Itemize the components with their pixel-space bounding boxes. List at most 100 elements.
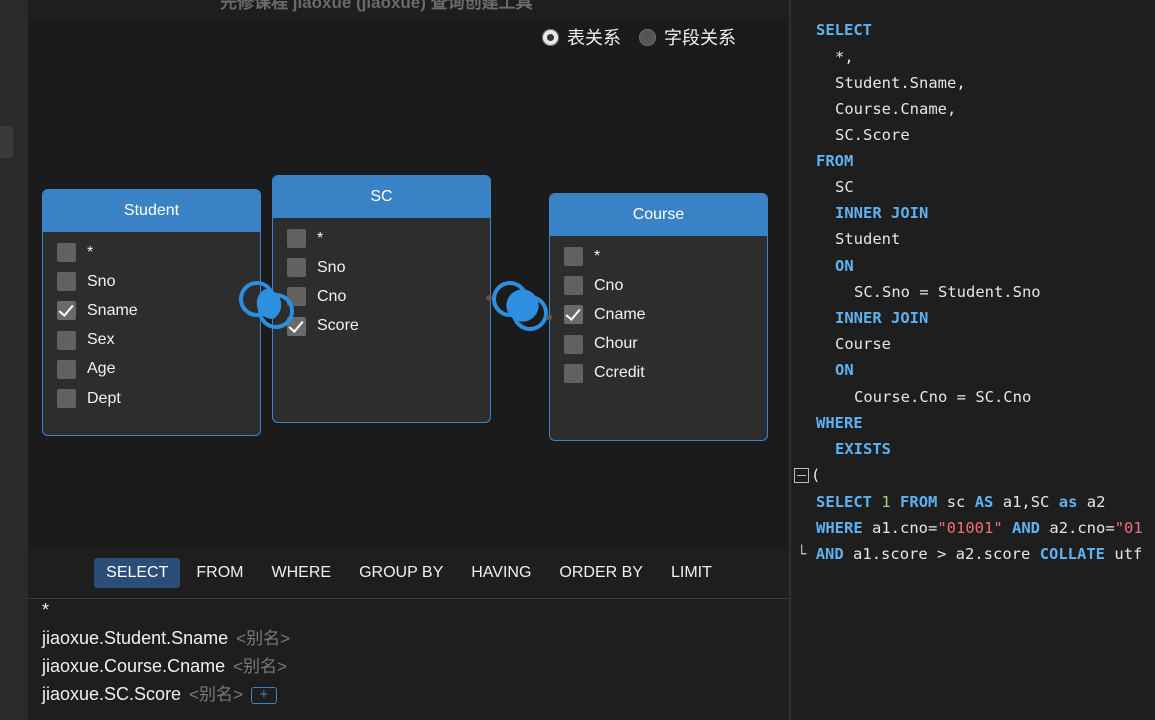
tab-group-by[interactable]: GROUP BY	[347, 558, 455, 588]
field-row[interactable]: Age	[43, 355, 260, 384]
sql-line: WHERE a1.cno="01001" AND a2.cno="01	[816, 515, 1143, 541]
field-label: Sno	[317, 258, 346, 276]
sql-paren: (	[811, 466, 821, 484]
field-row[interactable]: Cno	[273, 282, 490, 311]
select-item[interactable]: jiaoxue.Course.Cname <别名>	[42, 652, 782, 680]
field-row[interactable]: Sex	[43, 326, 260, 355]
field-checkbox[interactable]	[564, 363, 583, 383]
sql-line: Course.Cname,	[835, 100, 957, 118]
field-row[interactable]: Ccredit	[550, 359, 767, 388]
field-row[interactable]: Chour	[550, 330, 767, 359]
radio-field-relation[interactable]: 字段关系	[639, 24, 736, 50]
sql-string: "01001"	[937, 519, 1003, 537]
alias-input[interactable]: <别名>	[236, 629, 290, 648]
sql-line: INNER JOIN	[835, 200, 928, 226]
table-card-student[interactable]: Student * Sno Sname Sex Age Dept	[42, 189, 261, 436]
table-title[interactable]: SC	[273, 176, 490, 218]
field-row[interactable]: Dept	[43, 384, 260, 413]
sql-keyword: WHERE	[816, 519, 863, 537]
field-checkbox-checked[interactable]	[287, 316, 306, 336]
tab-where[interactable]: WHERE	[260, 558, 344, 588]
clause-tab-bar: SELECT FROM WHERE GROUP BY HAVING ORDER …	[28, 548, 790, 599]
field-label: *	[594, 247, 601, 265]
radio-label: 表关系	[567, 28, 621, 48]
table-card-sc[interactable]: SC * Sno Cno Score	[272, 175, 491, 423]
sql-text: utf	[1114, 545, 1143, 563]
field-checkbox[interactable]	[57, 272, 76, 292]
field-label: Cno	[594, 276, 624, 294]
table-card-course[interactable]: Course * Cno Cname Chour Ccredit	[549, 193, 768, 441]
radio-selected-icon	[542, 28, 559, 46]
tab-limit[interactable]: LIMIT	[659, 558, 724, 588]
field-checkbox[interactable]	[564, 334, 583, 354]
field-checkbox[interactable]	[564, 247, 583, 267]
field-label: Age	[87, 360, 116, 378]
tab-having[interactable]: HAVING	[459, 558, 543, 588]
sql-text: a2	[1086, 493, 1106, 511]
field-row[interactable]: Cname	[550, 300, 767, 329]
sql-text: a1.cno=	[872, 519, 938, 537]
sql-line: SELECT 1 FROM sc AS a1,SC as a2	[816, 489, 1105, 515]
select-column-list: * jiaoxue.Student.Sname <别名> jiaoxue.Cour…	[42, 600, 782, 708]
sidebar-tab[interactable]	[0, 126, 13, 158]
tab-from[interactable]: FROM	[184, 558, 255, 588]
radio-label: 字段关系	[664, 28, 736, 48]
sql-line: INNER JOIN	[835, 305, 928, 331]
field-checkbox[interactable]	[287, 229, 306, 249]
tab-order-by[interactable]: ORDER BY	[547, 558, 655, 588]
radio-table-relation[interactable]: 表关系	[542, 24, 621, 50]
alias-input[interactable]: <别名>	[233, 657, 287, 676]
sql-line: Student	[835, 230, 901, 248]
select-expr[interactable]: jiaoxue.Student.Sname	[42, 628, 228, 648]
field-checkbox[interactable]	[57, 243, 76, 263]
field-checkbox-checked[interactable]	[564, 305, 583, 325]
sql-keyword: ON	[835, 361, 854, 379]
sql-text: sc	[946, 493, 966, 511]
select-expr[interactable]: jiaoxue.SC.Score	[42, 684, 181, 704]
sql-line: ON	[835, 253, 854, 279]
sql-keyword: ON	[835, 257, 854, 275]
add-column-button[interactable]: +	[250, 686, 277, 704]
sql-line: SC.Score	[835, 126, 910, 144]
field-label: Score	[317, 317, 359, 335]
field-label: Cno	[317, 287, 347, 305]
sql-line: EXISTS	[835, 436, 891, 462]
field-row[interactable]: *	[43, 238, 260, 267]
field-label: Sex	[87, 331, 115, 349]
field-checkbox[interactable]	[287, 287, 306, 307]
fold-collapse-icon[interactable]	[794, 468, 809, 483]
sql-preview[interactable]: SELECT *, Student.Sname, Course.Cname, S…	[791, 16, 1155, 720]
field-row[interactable]: Sno	[43, 267, 260, 296]
field-checkbox-checked[interactable]	[57, 301, 76, 321]
select-item[interactable]: jiaoxue.SC.Score <别名> +	[42, 680, 782, 708]
sql-line: *,	[835, 48, 854, 66]
sql-keyword: AND	[1012, 519, 1041, 537]
field-row[interactable]: *	[273, 224, 490, 253]
select-item[interactable]: jiaoxue.Student.Sname <别名>	[42, 624, 782, 652]
field-row[interactable]: Sno	[273, 253, 490, 282]
field-row[interactable]: Sname	[43, 296, 260, 325]
sql-keyword: WHERE	[816, 414, 863, 432]
field-label: Sno	[87, 272, 116, 290]
alias-input[interactable]: <别名>	[189, 685, 243, 704]
sql-keyword: INNER JOIN	[835, 309, 929, 327]
table-title[interactable]: Student	[43, 190, 260, 232]
field-label: *	[87, 243, 94, 261]
sql-text: a1.score > a2.score	[853, 545, 1031, 563]
tab-select[interactable]: SELECT	[94, 558, 181, 588]
select-item-star[interactable]: *	[42, 600, 782, 624]
field-checkbox[interactable]	[57, 359, 76, 379]
field-checkbox[interactable]	[564, 276, 583, 296]
sql-keyword: INNER JOIN	[835, 204, 929, 222]
field-checkbox[interactable]	[287, 258, 306, 278]
field-row[interactable]: Score	[273, 312, 490, 341]
window-title: 先修课程 jiaoxue (jiaoxue) 查询创建工具	[220, 0, 533, 12]
field-row[interactable]: Cno	[550, 271, 767, 300]
field-checkbox[interactable]	[57, 389, 76, 409]
sql-string: "01	[1114, 519, 1143, 537]
field-checkbox[interactable]	[57, 330, 76, 350]
field-row[interactable]: *	[550, 242, 767, 271]
table-title[interactable]: Course	[550, 194, 767, 236]
left-sidebar-strip	[0, 0, 28, 720]
select-expr[interactable]: jiaoxue.Course.Cname	[42, 656, 225, 676]
